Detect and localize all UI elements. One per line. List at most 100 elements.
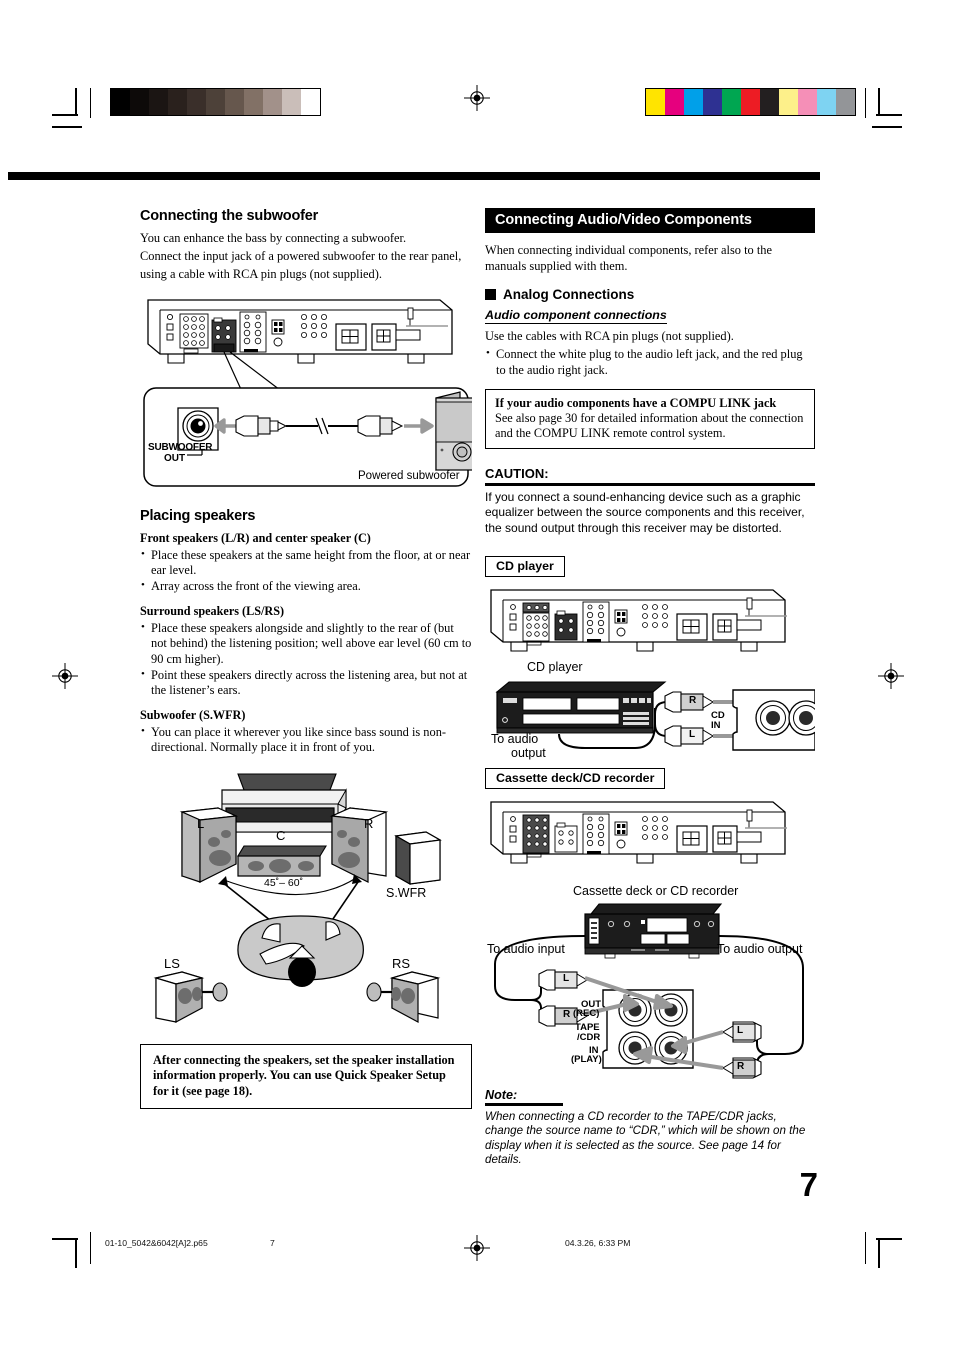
crop-mark-top-left-v2	[90, 88, 92, 118]
cd-plug-label-l: L	[689, 729, 696, 741]
cassette-to-audio-input: To audio input	[487, 942, 565, 957]
color-swatch-5	[741, 89, 760, 115]
footer-filename: 01-10_5042&6042[A]2.p65	[105, 1238, 208, 1248]
powered-subwoofer-illustration	[435, 390, 472, 471]
compu-link-title: If your audio components have a COMPU LI…	[495, 396, 777, 411]
color-swatch-4	[722, 89, 741, 115]
crop-mark-top-right-h	[876, 114, 902, 116]
analog-connections-label: Analog Connections	[503, 287, 635, 302]
list-item: You can place it wherever you like since…	[140, 724, 472, 756]
grayscale-swatch-3	[168, 89, 187, 115]
powered-subwoofer-label: Powered subwoofer	[358, 469, 460, 482]
page-number: 7	[799, 1166, 818, 1203]
speaker-left-illustration	[179, 806, 239, 883]
crop-mark-top-left-v	[75, 88, 77, 116]
speaker-center-illustration	[237, 845, 327, 877]
registration-mark-bottom-center	[464, 1235, 490, 1261]
receiver-rear-panel	[147, 298, 453, 364]
heading-analog-connections: Analog Connections	[485, 287, 815, 302]
heading-connecting-av-components: Connecting Audio/Video Components	[485, 208, 815, 233]
left-column: Connecting the subwoofer You can enhance…	[140, 208, 472, 1110]
crop-mark-top-left-h2	[52, 126, 82, 128]
cassette-to-audio-output: To audio output	[717, 942, 803, 957]
group-title-surround: Surround speakers (LS/RS)	[140, 603, 285, 618]
grayscale-swatch-6	[225, 89, 244, 115]
receiver-rear-panel-cassette	[490, 801, 787, 864]
crop-mark-bottom-right-v	[878, 1238, 880, 1268]
crop-mark-top-left-h	[52, 114, 78, 116]
color-swatch-3	[703, 89, 722, 115]
speaker-right-illustration	[329, 806, 389, 883]
speaker-setup-tip-box: After connecting the speakers, set the s…	[140, 1043, 472, 1110]
grayscale-swatch-0	[111, 89, 130, 115]
grayscale-swatch-2	[149, 89, 168, 115]
color-swatch-0	[646, 89, 665, 115]
cd-in-jack-label-line2: IN	[711, 720, 721, 732]
subwoofer-connection-diagram: SUBWOOFER OUT Powered subwoofer	[140, 292, 472, 492]
crop-mark-top-right-v	[878, 88, 880, 116]
caution-heading: CAUTION:	[485, 466, 549, 482]
heading-connecting-subwoofer: Connecting the subwoofer	[140, 208, 319, 224]
speaker-subwoofer-illustration	[394, 831, 442, 885]
jack-label-out-line2: (REC)	[573, 1008, 600, 1020]
registration-mark-left	[52, 663, 78, 689]
crop-mark-bottom-left-v2	[90, 1232, 92, 1264]
square-bullet-icon	[485, 289, 496, 300]
list-item: Point these speakers directly across the…	[140, 667, 472, 699]
listening-angle-label: 45˚– 60˚	[264, 876, 304, 889]
grayscale-swatch-4	[187, 89, 206, 115]
jack-label-tape-line2: /CDR	[577, 1032, 601, 1044]
color-calibration-strip	[645, 88, 856, 116]
cd-to-audio-output-line2: output	[511, 746, 546, 761]
list-item: Place these speakers at the same height …	[140, 547, 472, 579]
registration-mark-right	[878, 663, 904, 689]
grayscale-swatch-10	[301, 89, 320, 115]
color-swatch-7	[779, 89, 798, 115]
color-swatch-8	[798, 89, 817, 115]
cassette-device-label: Cassette deck or CD recorder	[573, 884, 739, 899]
grayscale-swatch-9	[282, 89, 301, 115]
note-body: When connecting a CD recorder to the TAP…	[485, 1109, 806, 1167]
crop-mark-bottom-right-v2	[865, 1232, 867, 1264]
registration-mark-top-center	[464, 85, 490, 111]
color-swatch-6	[760, 89, 779, 115]
crop-mark-bottom-left-v	[75, 1238, 77, 1268]
color-swatch-9	[817, 89, 836, 115]
analog-bullets: Connect the white plug to the audio left…	[485, 346, 815, 378]
compu-link-box: If your audio components have a COMPU LI…	[485, 389, 815, 450]
speaker-label-center: C	[276, 827, 286, 843]
cassette-deck-connection-diagram: Cassette deck or CD recorder To audio in…	[485, 796, 815, 1086]
cassette-plug-label-bl: R	[563, 1009, 571, 1021]
speaker-setup-tip-text: After connecting the speakers, set the s…	[153, 1052, 455, 1098]
note-rule	[485, 1103, 563, 1106]
speaker-rs-illustration	[366, 970, 441, 1023]
cd-to-audio-output-line1: To audio	[491, 732, 539, 747]
crop-mark-top-right-h2	[872, 126, 902, 128]
color-swatch-2	[684, 89, 703, 115]
header-rule	[8, 172, 820, 180]
speaker-label-left: L	[197, 815, 205, 831]
subwoofer-intro-line-1: You can enhance the bass by connecting a…	[140, 231, 407, 245]
grayscale-swatch-1	[130, 89, 149, 115]
list-item: Connect the white plug to the audio left…	[485, 346, 815, 378]
heading-placing-speakers: Placing speakers	[140, 507, 256, 524]
group-bullets-surround: Place these speakers alongside and sligh…	[140, 620, 472, 699]
subwoofer-intro-line-3: using a cable with RCA pin plugs (not su…	[140, 267, 382, 282]
cd-player-illustration	[495, 681, 667, 734]
grayscale-swatch-8	[263, 89, 282, 115]
caution-body: If you connect a sound-enhancing device …	[485, 490, 805, 535]
speaker-label-right: R	[364, 815, 374, 831]
right-column: Connecting Audio/Video Components When c…	[485, 208, 815, 1167]
crop-mark-top-right-v2	[865, 88, 867, 118]
crop-mark-bottom-left-h	[52, 1238, 78, 1240]
subheading-audio-component-connections: Audio component connections	[485, 308, 667, 324]
group-bullets-subwoofer: You can place it wherever you like since…	[140, 724, 472, 756]
footer-timestamp: 04.3.26, 6:33 PM	[565, 1238, 631, 1248]
callout-cd-player: CD player	[485, 556, 565, 578]
cd-player-device-label: CD player	[527, 660, 583, 675]
compu-link-body: See also page 30 for detailed informatio…	[495, 411, 804, 441]
cassette-deck-illustration	[584, 903, 723, 959]
cassette-plug-label-tr: L	[737, 1025, 744, 1037]
cd-player-connection-diagram: CD player To audio output CD IN R L	[485, 584, 815, 760]
analog-instruction-line: Use the cables with RCA pin plugs (not s…	[485, 329, 734, 343]
